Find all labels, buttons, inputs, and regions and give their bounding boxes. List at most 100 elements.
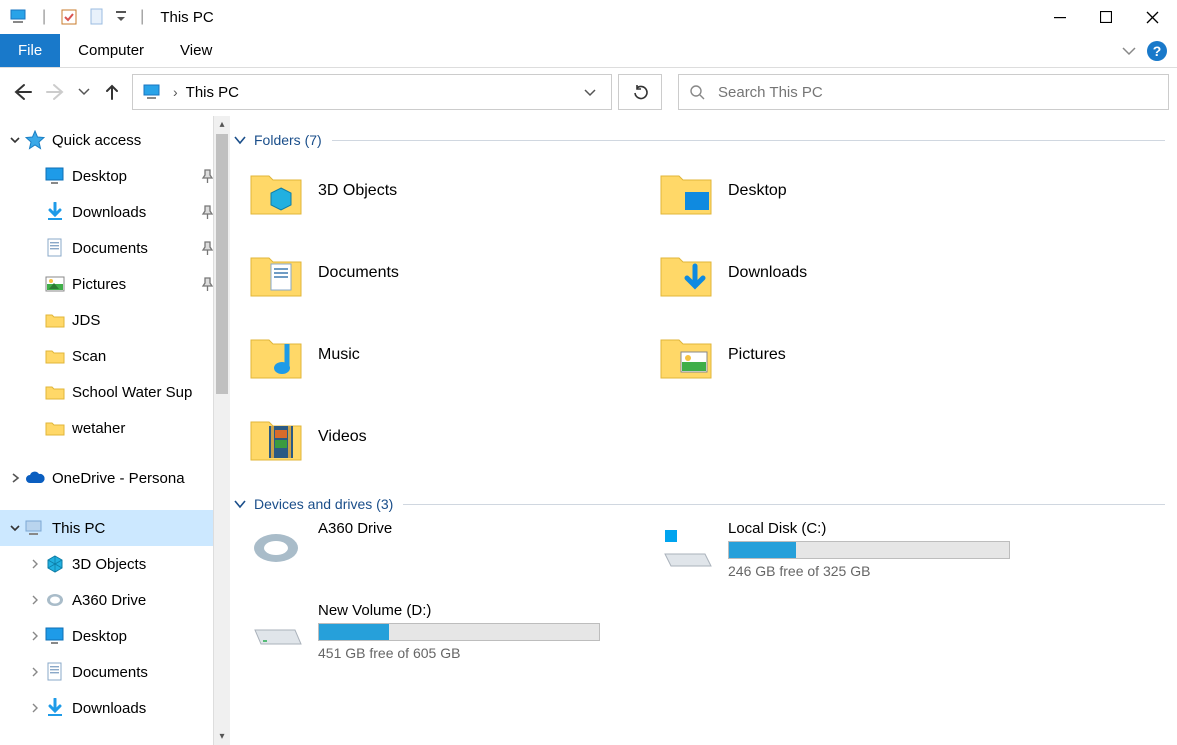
folder-tile[interactable]: Downloads: [656, 238, 1036, 308]
document-icon[interactable]: [86, 6, 108, 28]
sidebar-onedrive[interactable]: OneDrive - Persona: [0, 460, 230, 496]
chevron-down-icon[interactable]: [6, 523, 24, 533]
sidebar-item[interactable]: School Water Sup: [0, 374, 230, 410]
navigation-pane: Quick access Desktop Downloads Documents Pi…: [0, 116, 230, 745]
close-button[interactable]: [1129, 0, 1175, 34]
sidebar-item[interactable]: A360 Drive: [0, 582, 230, 618]
star-icon: [24, 129, 46, 151]
folder-icon: [246, 327, 306, 383]
separator: [403, 504, 1165, 505]
back-button[interactable]: [8, 76, 36, 108]
sidebar-item[interactable]: Desktop: [0, 618, 230, 654]
qat-dropdown-icon[interactable]: [114, 6, 128, 28]
tile-label: Videos: [318, 428, 367, 446]
sidebar-item[interactable]: JDS: [0, 302, 230, 338]
up-button[interactable]: [98, 76, 126, 108]
search-icon: [689, 84, 706, 101]
scroll-up-icon[interactable]: ▴: [214, 116, 230, 133]
sidebar-item-label: Desktop: [72, 168, 127, 185]
chevron-right-icon[interactable]: [6, 473, 24, 483]
drive-label: New Volume (D:): [318, 602, 600, 619]
folder-icon: [44, 381, 66, 403]
folder-tile[interactable]: Documents: [246, 238, 626, 308]
folder-tile[interactable]: Desktop: [656, 156, 1036, 226]
forward-button[interactable]: [42, 76, 70, 108]
sidebar-item-label: wetaher: [72, 420, 125, 437]
sidebar-quick-access[interactable]: Quick access: [0, 122, 230, 158]
folder-icon: [44, 417, 66, 439]
sidebar-item[interactable]: Documents: [0, 230, 230, 266]
computer-tab[interactable]: Computer: [60, 34, 162, 67]
folder-tile[interactable]: 3D Objects: [246, 156, 626, 226]
scroll-down-icon[interactable]: ▾: [214, 728, 230, 745]
tile-label: Music: [318, 346, 360, 364]
address-history-icon[interactable]: [573, 88, 607, 97]
breadcrumb-this-pc[interactable]: This PC: [182, 84, 243, 101]
drive-icon: [656, 520, 716, 576]
search-box[interactable]: [678, 74, 1169, 110]
folder-tile[interactable]: Pictures: [656, 320, 1036, 390]
chevron-down-icon[interactable]: [234, 135, 246, 145]
picture-icon: [44, 273, 66, 295]
tile-label: Documents: [318, 264, 399, 282]
sidebar-item[interactable]: Downloads: [0, 690, 230, 726]
folder-tile[interactable]: Videos: [246, 402, 626, 472]
sidebar-item-label: Quick access: [52, 132, 141, 149]
properties-icon[interactable]: [58, 6, 80, 28]
chevron-right-icon[interactable]: [26, 703, 44, 713]
sidebar-item[interactable]: Documents: [0, 654, 230, 690]
chevron-right-icon[interactable]: [26, 667, 44, 677]
sidebar-item-label: A360 Drive: [72, 592, 146, 609]
maximize-button[interactable]: [1083, 0, 1129, 34]
sidebar-scrollbar[interactable]: ▴ ▾: [213, 116, 230, 745]
sidebar-item-label: Documents: [72, 664, 148, 681]
minimize-button[interactable]: [1037, 0, 1083, 34]
view-tab[interactable]: View: [162, 34, 230, 67]
drive-usage-bar: [728, 541, 1010, 559]
sidebar-this-pc[interactable]: This PC: [0, 510, 230, 546]
folder-icon: [44, 345, 66, 367]
file-tab[interactable]: File: [0, 34, 60, 67]
sidebar-item[interactable]: wetaher: [0, 410, 230, 446]
chevron-down-icon[interactable]: [234, 499, 246, 509]
sidebar-item-label: Pictures: [72, 276, 126, 293]
separator: |: [42, 8, 46, 26]
chevron-right-icon[interactable]: [26, 559, 44, 569]
tile-label: Pictures: [728, 346, 786, 364]
refresh-button[interactable]: [618, 74, 662, 110]
drive-icon: [246, 602, 306, 658]
help-icon[interactable]: ?: [1147, 41, 1167, 61]
drive-tile[interactable]: A360 Drive: [246, 520, 626, 590]
chevron-right-icon[interactable]: [26, 595, 44, 605]
folder-tile[interactable]: Music: [246, 320, 626, 390]
search-input[interactable]: [718, 84, 1158, 101]
sidebar-item[interactable]: Scan: [0, 338, 230, 374]
chevron-down-icon[interactable]: [6, 135, 24, 145]
sidebar-item[interactable]: Desktop: [0, 158, 230, 194]
sidebar-item[interactable]: 3D Objects: [0, 546, 230, 582]
scroll-thumb[interactable]: [216, 134, 228, 394]
chevron-right-icon[interactable]: ›: [169, 84, 182, 100]
download-icon: [44, 201, 66, 223]
sidebar-item[interactable]: Pictures: [0, 266, 230, 302]
ribbon-expand-icon[interactable]: [1121, 46, 1137, 56]
sidebar-item[interactable]: Downloads: [0, 194, 230, 230]
recent-locations-button[interactable]: [76, 76, 92, 108]
drive-label: Local Disk (C:): [728, 520, 1010, 537]
sidebar-item-label: Downloads: [72, 204, 146, 221]
drive-tile[interactable]: New Volume (D:)451 GB free of 605 GB: [246, 602, 626, 672]
group-header-label: Folders (7): [254, 132, 322, 148]
drive-tile[interactable]: Local Disk (C:)246 GB free of 325 GB: [656, 520, 1036, 590]
chevron-right-icon[interactable]: [26, 631, 44, 641]
sidebar-item-label: Downloads: [72, 700, 146, 717]
address-bar[interactable]: › This PC: [132, 74, 612, 110]
group-header-folders[interactable]: Folders (7): [234, 132, 1165, 148]
pc-icon: [24, 517, 46, 539]
separator: [332, 140, 1165, 141]
group-header-drives[interactable]: Devices and drives (3): [234, 496, 1165, 512]
drive-icon: [246, 520, 306, 576]
folder-icon: [246, 245, 306, 301]
cloud-icon: [24, 467, 46, 489]
tile-label: Downloads: [728, 264, 807, 282]
pc-icon[interactable]: [8, 6, 30, 28]
